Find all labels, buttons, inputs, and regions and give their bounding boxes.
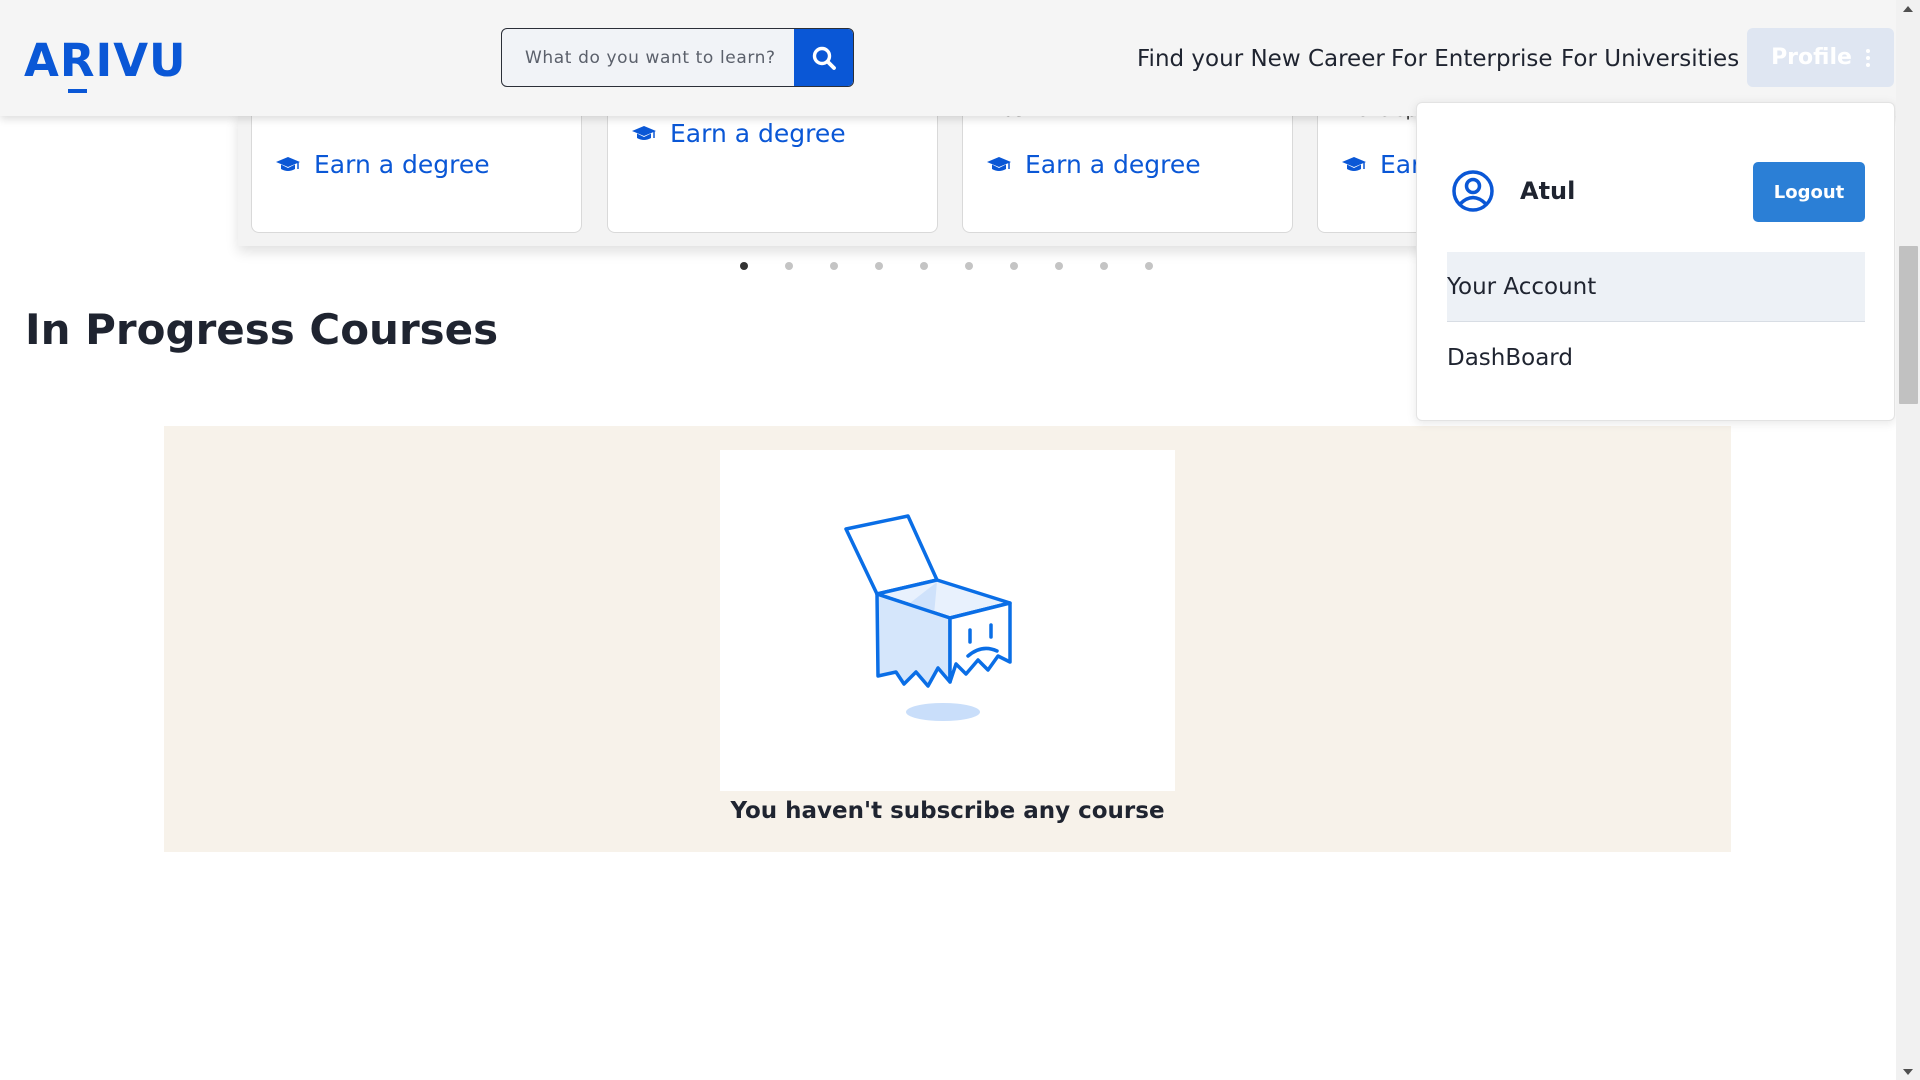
carousel-dot[interactable] [1145, 262, 1153, 270]
empty-state-illustration [720, 450, 1175, 791]
top-navbar: ARIVU Find your New Career For Enterpris… [0, 0, 1896, 116]
menu-item-dashboard[interactable]: DashBoard [1447, 323, 1865, 393]
earn-degree-label: Earn a degree [670, 119, 846, 148]
arivu-logo[interactable]: ARIVU [24, 34, 187, 93]
carousel-dot[interactable] [1055, 262, 1063, 270]
profile-dropdown: Atul Logout Your Account DashBoard [1416, 102, 1895, 421]
user-circle-icon [1452, 170, 1494, 212]
empty-box-sad-icon [844, 514, 1012, 721]
carousel-dot[interactable] [830, 262, 838, 270]
carousel-dot[interactable] [785, 262, 793, 270]
logout-button[interactable]: Logout [1753, 162, 1865, 222]
scroll-up-arrow[interactable] [1896, 0, 1920, 17]
nav-find-career[interactable]: Find your New Career [1137, 46, 1385, 72]
profile-button[interactable]: Profile [1747, 28, 1894, 87]
carousel-dot[interactable] [875, 262, 883, 270]
carousel-dot[interactable] [965, 262, 973, 270]
empty-state-panel: You haven't subscribe any course [164, 426, 1731, 852]
graduation-cap-icon [632, 125, 656, 140]
earn-degree-label: Earn a degree [314, 150, 490, 179]
nav-for-universities[interactable]: For Universities [1561, 46, 1739, 72]
earn-degree-link[interactable]: Earn a degree [987, 150, 1201, 179]
carousel-dot[interactable] [740, 262, 748, 270]
earn-degree-label: Earn a degree [1025, 150, 1201, 179]
carousel-dot[interactable] [920, 262, 928, 270]
menu-item-your-account[interactable]: Your Account [1447, 252, 1865, 322]
triangle-down-icon [1903, 1068, 1913, 1075]
search-bar [501, 28, 854, 87]
dropdown-user-info: Atul [1451, 169, 1575, 213]
nav-for-enterprise[interactable]: For Enterprise [1391, 46, 1553, 72]
carousel-pagination [740, 262, 1153, 270]
earn-degree-link[interactable]: Earn a degree [632, 119, 846, 148]
page-scrollbar[interactable] [1896, 0, 1920, 1080]
earn-degree-link[interactable]: Earn a degree [276, 150, 490, 179]
search-icon [812, 46, 836, 70]
dropdown-user-name: Atul [1520, 177, 1576, 205]
earn-degree-link[interactable]: Ear [1342, 150, 1421, 179]
profile-button-label: Profile [1771, 45, 1852, 70]
logo-text-r: R [59, 34, 96, 93]
logo-text-a: A [24, 34, 60, 87]
search-button[interactable] [794, 29, 853, 86]
search-input[interactable] [502, 29, 794, 86]
kebab-menu-icon [1865, 48, 1870, 67]
carousel-dot[interactable] [1100, 262, 1108, 270]
graduation-cap-icon [276, 156, 300, 171]
triangle-up-icon [1903, 5, 1913, 12]
graduation-cap-icon [987, 156, 1011, 171]
graduation-cap-icon [1342, 156, 1366, 171]
scroll-down-arrow[interactable] [1896, 1063, 1920, 1080]
in-progress-title: In Progress Courses [25, 305, 499, 354]
logo-text-ivu: IVU [95, 34, 187, 87]
empty-state-message: You haven't subscribe any course [730, 798, 1165, 824]
carousel-dot[interactable] [1010, 262, 1018, 270]
scrollbar-thumb[interactable] [1899, 246, 1918, 404]
